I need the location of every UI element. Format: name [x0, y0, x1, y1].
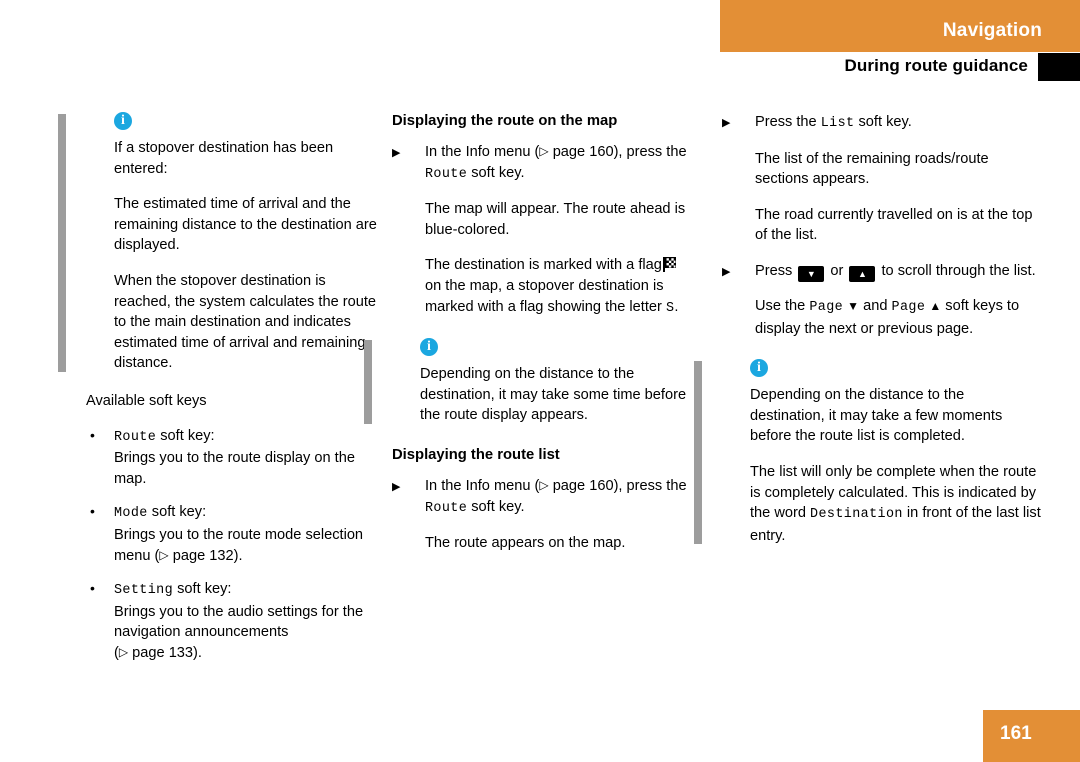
step-text-after: soft key. — [467, 498, 525, 515]
pageref-triangle-icon: ▷ — [118, 644, 129, 659]
step-text-after: soft key. — [854, 114, 912, 130]
info-icon — [114, 111, 132, 130]
note-route-list-delay: Depending on the distance to the destina… — [694, 358, 1042, 546]
step-pageref: page 160 — [552, 144, 614, 160]
body-text-rest: on the map, a stopover destination is ma… — [425, 277, 664, 315]
up-arrow-key-icon[interactable]: ▲ — [849, 265, 876, 282]
body-page-softkeys: Use the Page ▼ and Page ▲ soft keys to d… — [722, 296, 1042, 339]
header-chapter-title: Navigation — [942, 20, 1042, 41]
page-number: 161 — [1000, 723, 1032, 744]
down-arrow-key-icon[interactable]: ▼ — [798, 265, 825, 282]
step-text-mid: ), press the — [613, 144, 687, 160]
note-paragraph: Depending on the distance to the destina… — [420, 366, 687, 424]
note-paragraph: The estimated time of arrival and the re… — [114, 196, 377, 254]
softkey-pageref: page 133 — [132, 644, 194, 661]
note-paragraph: Depending on the distance to the destina… — [750, 387, 1003, 445]
list-item-step-press-list: Press the List soft key. — [722, 112, 1042, 135]
note-paragraph: The list will only be complete when the … — [750, 462, 1042, 546]
pageref-triangle-icon: ▷ — [539, 144, 549, 158]
list-item-step: In the Info menu (▷ page 160), press the… — [392, 476, 694, 519]
note-paragraph: When the stopover destination is reached… — [114, 272, 377, 372]
step-text-after: soft key. — [467, 164, 525, 181]
step-text-before: In the Info menu ( — [425, 477, 540, 494]
body-text-end: . — [674, 298, 679, 315]
header-section-title: During route guidance — [844, 56, 1028, 75]
body-map-appears: The map will appear. The route ahead is … — [425, 201, 686, 238]
softkey-name: Mode — [114, 506, 148, 522]
softkey-list: Route soft key: Brings you to the route … — [86, 425, 386, 664]
step-text-mid: ), press the — [613, 477, 687, 494]
header-black-marker — [1038, 53, 1080, 81]
step-list-map: In the Info menu (▷ page 160), press the… — [392, 142, 694, 185]
note-route-display-delay: Depending on the distance to the destina… — [364, 337, 694, 426]
list-item-step-scroll: Press ▼ or ▲ to scroll through the list. — [722, 261, 1042, 282]
note-paragraph: If a stopover destination has been enter… — [114, 140, 334, 177]
middle-column: Displaying the route on the map In the I… — [364, 112, 694, 569]
softkey-description: Brings you to the audio settings for the… — [114, 603, 364, 641]
list-item-softkey-setting: Setting soft key: Brings you to the audi… — [86, 578, 386, 663]
softkey-name-page-down: Page — [809, 299, 844, 315]
softkey-name: Setting — [114, 583, 174, 599]
step-text-before: Press the — [755, 114, 821, 130]
heading-displaying-route-on-map: Displaying the route on the map — [392, 113, 618, 129]
body-road-top: The road currently travelled on is at th… — [755, 206, 1033, 244]
right-column: Press the List soft key. The list of the… — [694, 112, 1042, 562]
step-text-before: In the Info menu ( — [425, 144, 540, 160]
step-text-mid: or — [826, 262, 848, 279]
softkey-suffix: soft key: — [156, 427, 215, 444]
step-text-after: to scroll through the list. — [877, 262, 1036, 279]
step-text-before: Press — [755, 262, 797, 279]
softkey-name: List — [820, 116, 855, 131]
body-route-appears: The route appears on the map. — [425, 535, 626, 552]
list-item-softkey-route: Route soft key: Brings you to the route … — [86, 425, 386, 490]
softkey-name: Route — [425, 500, 468, 516]
pageref-triangle-icon: ▷ — [539, 477, 549, 492]
info-icon — [420, 337, 438, 357]
info-icon — [750, 358, 768, 378]
down-triangle-icon: ▼ — [847, 298, 860, 313]
available-softkeys-label: Available soft keys — [86, 392, 207, 409]
step-list-right: Press the List soft key. — [722, 112, 1042, 135]
up-triangle-icon: ▲ — [929, 298, 942, 313]
checkered-flag-icon — [662, 257, 676, 273]
list-item-step: In the Info menu (▷ page 160), press the… — [392, 142, 694, 185]
heading-displaying-route-list: Displaying the route list — [392, 446, 560, 463]
footer-page-block: 161 — [983, 710, 1080, 762]
softkey-description: Brings you to the route mode selection m… — [114, 526, 364, 564]
softkey-description: Brings you to the route display on the m… — [114, 450, 355, 487]
step-list-route-list: In the Info menu (▷ page 160), press the… — [392, 476, 694, 519]
pageref-triangle-icon: ▷ — [159, 547, 169, 562]
list-item-softkey-mode: Mode soft key: Brings you to the route m… — [86, 501, 386, 566]
body-text-mid: and — [859, 297, 892, 314]
left-column: If a stopover destination has been enter… — [58, 111, 386, 676]
softkey-name-page-up: Page — [891, 299, 926, 315]
softkey-suffix: soft key: — [173, 581, 232, 598]
softkey-pageref: page 132 — [172, 547, 234, 564]
softkey-name: Route — [425, 166, 468, 182]
keyword-destination: Destination — [810, 507, 903, 523]
softkey-suffix: soft key: — [147, 504, 207, 521]
step-pageref: page 160 — [552, 477, 614, 494]
body-destination-flag: The destination is marked with a flag on… — [392, 255, 694, 319]
body-text-before: Use the — [755, 297, 810, 314]
softkey-name: Route — [114, 429, 157, 445]
body-list-appears: The list of the remaining roads/route se… — [755, 150, 989, 188]
body-text: The destination is marked with a flag — [425, 257, 662, 274]
note-stopover-destination: If a stopover destination has been enter… — [58, 111, 386, 374]
step-list-scroll: Press ▼ or ▲ to scroll through the list. — [722, 261, 1042, 282]
